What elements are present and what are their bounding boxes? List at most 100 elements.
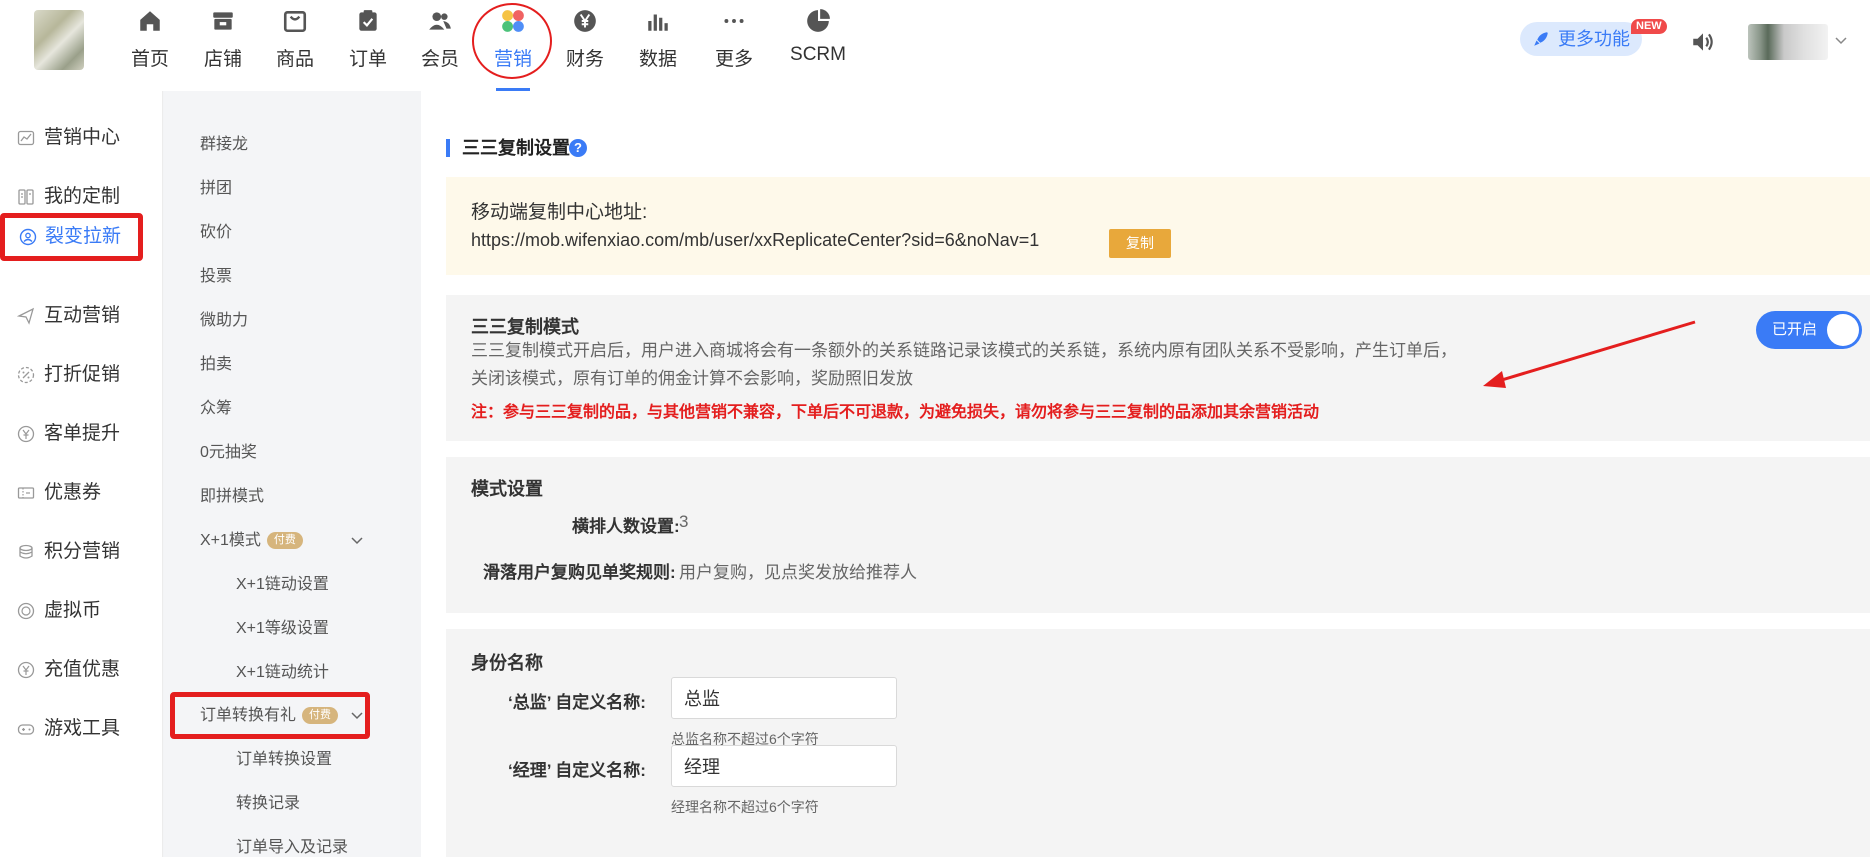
- rocket-icon: [1534, 32, 1548, 46]
- nav-goods-label: 商品: [275, 49, 314, 70]
- nav-home-label: 首页: [130, 49, 169, 70]
- gamepad-icon: [17, 724, 35, 735]
- director-name-label: ‘总监’ 自定义名称:: [508, 693, 646, 712]
- nav-home[interactable]: 首页: [118, 8, 182, 70]
- marketing-sidebar: 营销中心 我的定制 裂变拉新 互动营销 打折促销 客单提升 优惠券 积分营销 虚…: [0, 91, 163, 857]
- director-name-input[interactable]: [671, 677, 897, 719]
- manager-name-hint: 经理名称不超过6个字符: [671, 799, 819, 815]
- nav-more-label: 更多: [714, 49, 753, 70]
- nav-members[interactable]: 会员: [408, 8, 472, 70]
- manager-name-label: ‘经理’ 自定义名称:: [508, 761, 646, 780]
- more-icon: [724, 19, 744, 23]
- sidebar-item-order-boost[interactable]: 客单提升: [0, 411, 163, 457]
- sidebar-item-marketing-center[interactable]: 营销中心: [0, 115, 163, 161]
- more-features-label: 更多功能: [1558, 29, 1630, 49]
- submenu-item-x1-level-settings[interactable]: X+1等级设置: [236, 618, 329, 640]
- chevron-down-icon[interactable]: [1834, 36, 1848, 46]
- sidebar-item-label: 充值优惠: [44, 659, 121, 680]
- submenu-item-x1-chain-settings[interactable]: X+1链动设置: [236, 574, 329, 596]
- mode-settings-title: 模式设置: [471, 479, 543, 499]
- mobile-center-url: https://mob.wifenxiao.com/mb/user/xxRepl…: [471, 230, 1040, 250]
- user-avatar[interactable]: [1748, 24, 1828, 60]
- mobile-url-notice: 移动端复制中心地址: https://mob.wifenxiao.com/mb/…: [446, 177, 1870, 275]
- submenu-item-bargain[interactable]: 砍价: [200, 222, 232, 244]
- repurchase-rule-label: 滑落用户复购见单奖规则:: [483, 563, 676, 582]
- new-badge: NEW: [1631, 19, 1667, 34]
- coupon-icon: [17, 487, 35, 499]
- submenu-item-instant-group[interactable]: 即拼模式: [200, 486, 264, 508]
- sidebar-item-label: 客单提升: [44, 423, 121, 444]
- sidebar-item-discount[interactable]: 打折促销: [0, 352, 163, 398]
- top-navbar: 首页 店铺 商品 订单 会员 营销 财务 数据 更多 SCRM 更多功能 NEW: [0, 0, 1870, 91]
- nav-more[interactable]: 更多: [702, 8, 766, 70]
- submenu-item-x1-mode[interactable]: X+1模式 付费: [200, 530, 303, 552]
- sidebar-item-virtual-coin[interactable]: 虚拟币: [0, 588, 163, 634]
- submenu-item-order-convert-settings[interactable]: 订单转换设置: [236, 749, 332, 771]
- row-count-label: 横排人数设置:: [572, 517, 680, 536]
- identity-title: 身份名称: [471, 653, 543, 673]
- nav-data-label: 数据: [638, 49, 677, 70]
- nav-finance-label: 财务: [565, 49, 604, 70]
- nav-members-label: 会员: [420, 49, 459, 70]
- sidebar-item-label: 裂变拉新: [45, 226, 122, 247]
- sidebar-item-label: 优惠券: [44, 482, 102, 503]
- pie-chart-icon: [807, 9, 830, 32]
- submenu-item-vote[interactable]: 投票: [200, 266, 232, 288]
- store-logo[interactable]: [34, 10, 84, 70]
- coins-icon: [19, 544, 33, 559]
- mode-warning-note: 注：参与三三复制的品，与其他营销不兼容，下单后不可退款，为避免损失，请勿将参与三…: [471, 404, 1320, 421]
- nav-orders[interactable]: 订单: [336, 8, 400, 70]
- manager-name-input[interactable]: [671, 745, 897, 787]
- toggle-knob: [1827, 314, 1859, 346]
- submenu-item-convert-records[interactable]: 转换记录: [236, 793, 300, 815]
- nav-store-label: 店铺: [203, 49, 242, 70]
- mode-title: 三三复制模式: [471, 317, 579, 337]
- sidebar-item-label: 积分营销: [44, 541, 121, 562]
- discount-icon: [17, 366, 35, 384]
- sidebar-item-interactive[interactable]: 互动营销: [0, 293, 163, 339]
- sidebar-item-label: 互动营销: [44, 305, 121, 326]
- nav-finance[interactable]: 财务: [553, 8, 617, 70]
- coin-icon: [17, 602, 35, 620]
- copy-button[interactable]: 复制: [1109, 229, 1171, 258]
- repurchase-rule-value: 用户复购，见点奖发放给推荐人: [679, 563, 917, 582]
- sidebar-item-points[interactable]: 积分营销: [0, 529, 163, 575]
- submenu-item-group-chain[interactable]: 群接龙: [200, 134, 248, 156]
- sidebar-item-label: 打折促销: [44, 364, 121, 385]
- submenu-item-crowdfunding[interactable]: 众筹: [200, 398, 232, 420]
- row-count-value: 3: [679, 512, 689, 531]
- submenu-item-x1-chain-stats[interactable]: X+1链动统计: [236, 662, 329, 684]
- goods-icon: [283, 11, 307, 33]
- members-icon: [429, 12, 451, 30]
- sidebar-item-game-tools[interactable]: 游戏工具: [0, 706, 163, 752]
- speaker-icon[interactable]: [1690, 29, 1716, 55]
- sidebar-item-fission[interactable]: 裂变拉新: [0, 213, 143, 261]
- help-icon[interactable]: ?: [569, 139, 587, 157]
- more-features-button[interactable]: 更多功能: [1520, 22, 1642, 56]
- sidebar-item-recharge[interactable]: 充值优惠: [0, 647, 163, 693]
- submenu-item-group-buy[interactable]: 拼团: [200, 178, 232, 200]
- mode-panel: 三三复制模式 三三复制模式开启后，用户进入商城将会有一条额外的关系链路记录该模式…: [446, 295, 1870, 441]
- order-convert-highlight-box: [170, 692, 370, 739]
- store-icon: [213, 12, 233, 30]
- submenu-item-order-import[interactable]: 订单导入及记录: [236, 837, 348, 857]
- mode-description: 三三复制模式开启后，用户进入商城将会有一条额外的关系链路记录该模式的关系链，系统…: [471, 341, 1457, 388]
- submenu-item-label: X+1模式: [200, 532, 261, 549]
- page-title: 三三复制设置: [446, 139, 570, 157]
- identity-panel: 身份名称 ‘总监’ 自定义名称: 总监名称不超过6个字符 ‘经理’ 自定义名称:…: [446, 629, 1870, 857]
- nav-scrm[interactable]: SCRM: [786, 8, 850, 68]
- nav-store[interactable]: 店铺: [191, 8, 255, 70]
- sidebar-item-coupon[interactable]: 优惠券: [0, 470, 163, 516]
- notice-title: 移动端复制中心地址:: [471, 202, 648, 223]
- user-refresh-icon: [19, 228, 37, 246]
- mode-toggle[interactable]: 已开启: [1756, 311, 1862, 349]
- chevron-down-icon[interactable]: [350, 536, 364, 546]
- submenu-item-micro-assist[interactable]: 微助力: [200, 310, 248, 332]
- nav-scrm-label: SCRM: [790, 44, 846, 65]
- submenu-item-zero-lottery[interactable]: 0元抽奖: [200, 442, 257, 464]
- main-content: 三三复制设置 ? 移动端复制中心地址: https://mob.wifenxia…: [421, 91, 1870, 857]
- submenu-item-auction[interactable]: 拍卖: [200, 354, 232, 376]
- paid-badge: 付费: [266, 532, 303, 550]
- nav-goods[interactable]: 商品: [263, 8, 327, 70]
- nav-data[interactable]: 数据: [626, 8, 690, 70]
